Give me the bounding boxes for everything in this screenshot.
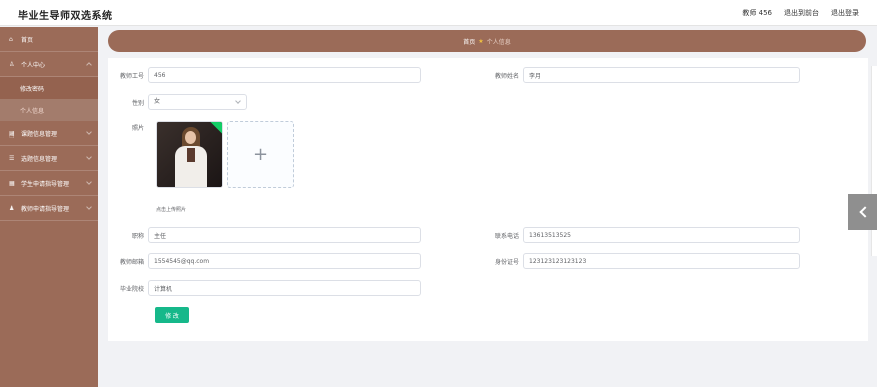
star-separator-icon: ★ xyxy=(478,37,484,45)
sidebar: ⌂ 首页 ♙ 个人中心 修改密码 个人信息 ▤ 课题信息管理 ☰ 选题信息管理 … xyxy=(0,27,98,387)
school-row: 毕业院校 xyxy=(108,280,421,296)
user-icon: ♙ xyxy=(9,60,15,68)
teacher-photo[interactable] xyxy=(156,121,223,188)
chevron-down-icon xyxy=(86,154,92,160)
sidebar-item-topic-management[interactable]: ▤ 课题信息管理 xyxy=(0,121,98,146)
photo-label: 照片 xyxy=(131,125,144,132)
title-label: 职称 xyxy=(131,232,144,240)
home-icon: ⌂ xyxy=(9,35,13,43)
sidebar-item-teacher-application[interactable]: ♟ 教师申请指导管理 xyxy=(0,196,98,221)
sidebar-item-home[interactable]: ⌂ 首页 xyxy=(0,27,98,52)
teacher-id-label: 教师工号 xyxy=(119,72,144,80)
teacher-id-input[interactable] xyxy=(148,67,421,83)
chevron-down-icon xyxy=(86,204,92,210)
gender-select[interactable]: 女 xyxy=(148,94,247,110)
chevron-up-icon xyxy=(86,62,92,68)
phone-input[interactable] xyxy=(523,227,800,243)
idcard-row: 身份证号 xyxy=(483,253,800,269)
people-icon: ♟ xyxy=(9,204,15,212)
phone-label: 联系电话 xyxy=(494,232,519,240)
form-icon: ▦ xyxy=(9,179,15,187)
sidebar-item-label: 个人中心 xyxy=(21,61,46,69)
sidebar-item-label: 课题信息管理 xyxy=(21,130,58,138)
side-panel-toggle[interactable] xyxy=(848,194,877,230)
email-label: 教师邮箱 xyxy=(119,258,144,266)
app-title: 毕业生导师双选系统 xyxy=(18,11,113,22)
teacher-id-row: 教师工号 xyxy=(108,67,421,83)
breadcrumb-home[interactable]: 首页 xyxy=(463,37,475,46)
chevron-down-icon xyxy=(235,98,241,104)
sidebar-item-label: 学生申请指导管理 xyxy=(21,180,70,188)
logout-link[interactable]: 退出登录 xyxy=(831,8,859,18)
title-row: 职称 xyxy=(108,227,421,243)
breadcrumb-current: 个人信息 xyxy=(486,38,511,46)
sidebar-subitem-personal-info[interactable]: 个人信息 xyxy=(0,99,98,121)
plus-icon: + xyxy=(252,144,269,165)
teacher-name-label: 教师姓名 xyxy=(494,72,519,80)
email-input[interactable] xyxy=(148,253,421,269)
header-actions: 教师 456 退出到前台 退出登录 xyxy=(742,8,859,18)
upload-photo-button[interactable]: + xyxy=(227,121,294,188)
submit-button[interactable]: 修 改 xyxy=(155,307,189,323)
top-bar: 毕业生导师双选系统 教师 456 退出到前台 退出登录 xyxy=(0,0,877,26)
sidebar-item-label: 选题信息管理 xyxy=(21,155,58,163)
sidebar-item-personal-center[interactable]: ♙ 个人中心 xyxy=(0,52,98,77)
gender-row: 性别 女 xyxy=(108,94,247,110)
sidebar-item-student-application[interactable]: ▦ 学生申请指导管理 xyxy=(0,171,98,196)
sidebar-subitem-label: 修改密码 xyxy=(20,85,45,93)
gender-value: 女 xyxy=(154,98,161,105)
teacher-name-row: 教师姓名 xyxy=(483,67,800,83)
user-label: 教师 456 xyxy=(742,9,772,17)
list-icon: ☰ xyxy=(9,154,15,162)
school-input[interactable] xyxy=(148,280,421,296)
email-row: 教师邮箱 xyxy=(108,253,421,269)
breadcrumb: 首页 ★ 个人信息 xyxy=(108,30,866,52)
sidebar-subitem-change-password[interactable]: 修改密码 xyxy=(0,77,98,99)
upload-hint: 点击上传照片 xyxy=(156,207,187,213)
sidebar-item-label: 教师申请指导管理 xyxy=(21,205,70,213)
sidebar-item-label: 首页 xyxy=(21,36,34,44)
chevron-left-icon xyxy=(858,206,871,218)
sidebar-item-selection-management[interactable]: ☰ 选题信息管理 xyxy=(0,146,98,171)
idcard-label: 身份证号 xyxy=(494,258,519,266)
photo-row: 照片 xyxy=(108,123,148,132)
chevron-down-icon xyxy=(86,179,92,185)
teacher-name-input[interactable] xyxy=(523,67,800,83)
mouse-cursor-icon: ☝ xyxy=(9,131,15,141)
gender-label: 性别 xyxy=(131,99,144,107)
sidebar-subitem-label: 个人信息 xyxy=(20,107,45,115)
school-label: 毕业院校 xyxy=(119,285,144,293)
chevron-down-icon xyxy=(86,129,92,135)
idcard-input[interactable] xyxy=(523,253,800,269)
front-link[interactable]: 退出到前台 xyxy=(784,8,819,18)
phone-row: 联系电话 xyxy=(483,227,800,243)
title-input[interactable] xyxy=(148,227,421,243)
